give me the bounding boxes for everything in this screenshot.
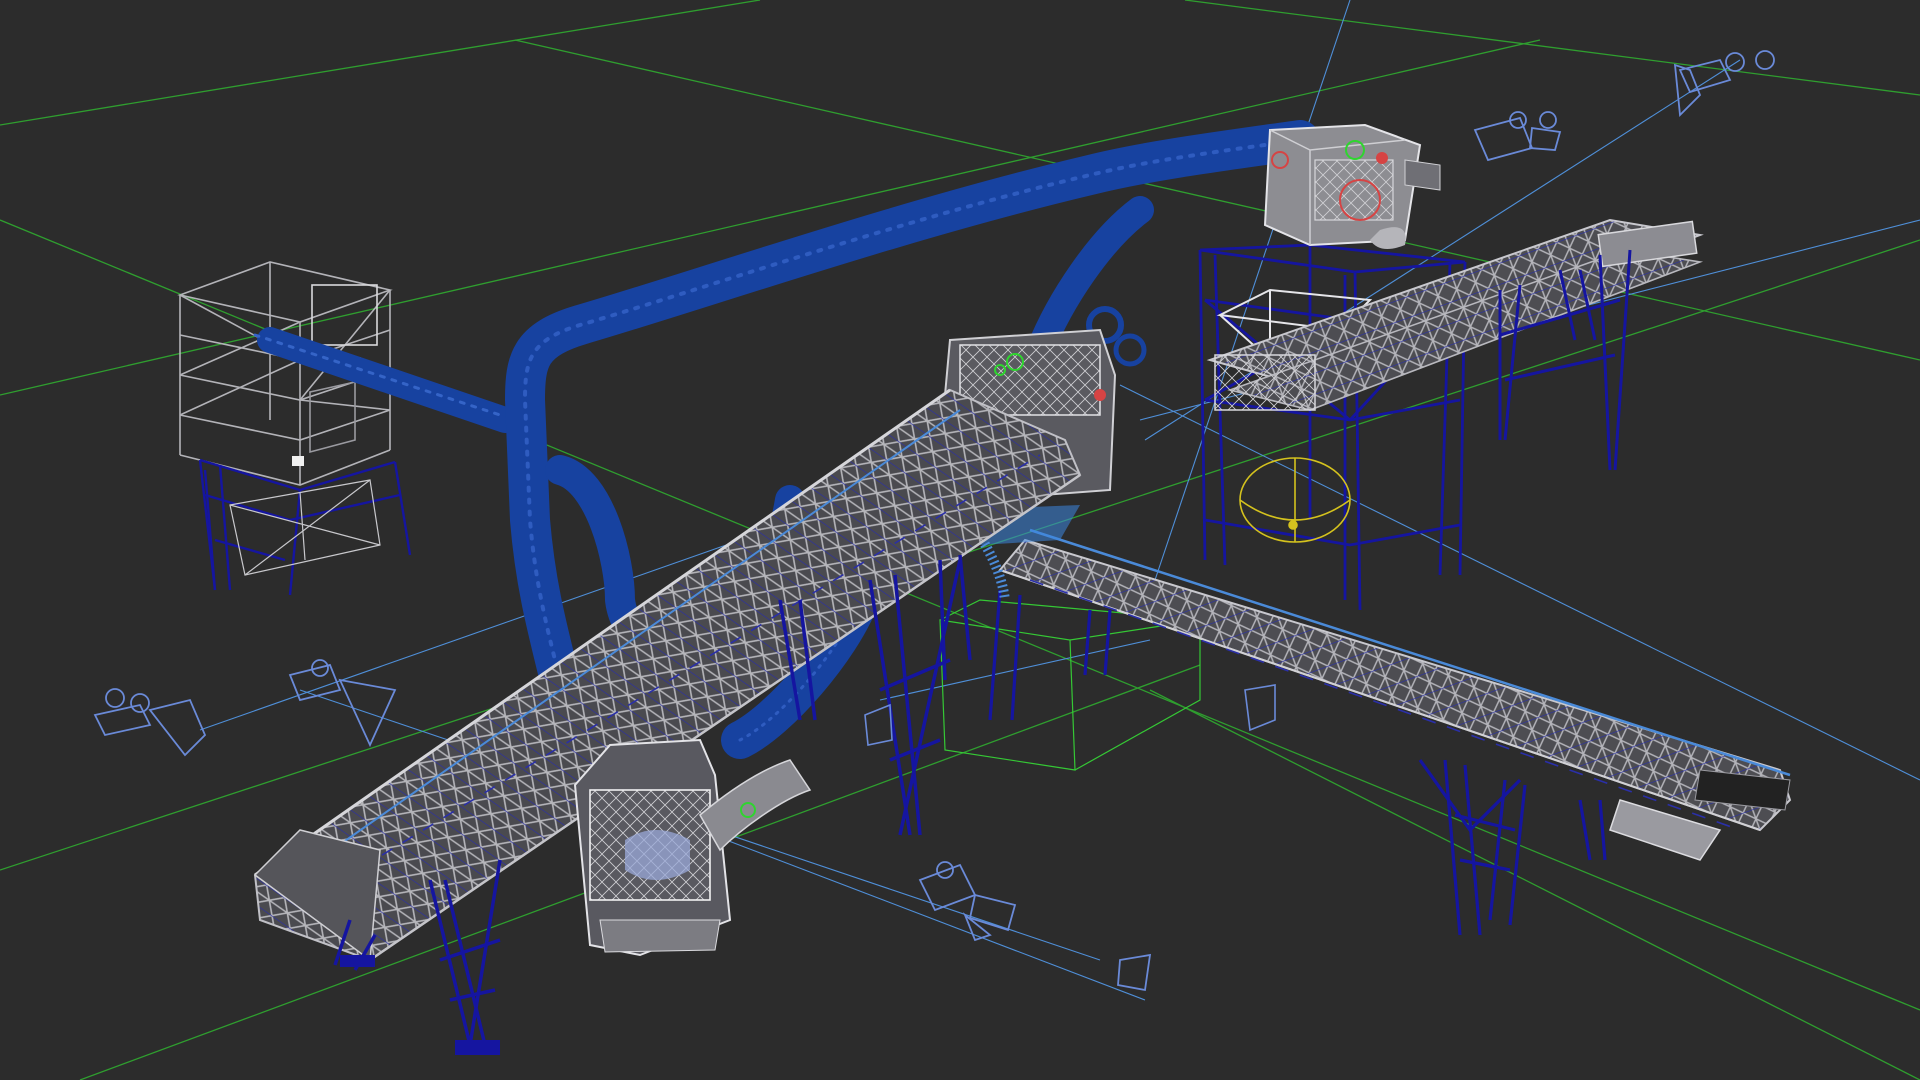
fan-unit[interactable]	[573, 738, 812, 957]
filter-tower-nameplate	[292, 456, 304, 466]
camera-left-near[interactable]	[288, 659, 397, 748]
conveyor-foot-front	[455, 1040, 500, 1055]
camera-top-right-far[interactable]	[1673, 50, 1775, 117]
camera-bottom-target[interactable]	[1117, 953, 1152, 992]
camera-left-far[interactable]	[93, 688, 207, 757]
crusher-unit[interactable]	[1263, 123, 1441, 249]
scene-canvas[interactable]	[0, 0, 1920, 1080]
selection-gizmo[interactable]	[1239, 457, 1351, 543]
conveyor-foot-rear	[340, 955, 375, 967]
cross-conveyor[interactable]	[988, 528, 1792, 936]
main-inclined-conveyor[interactable]	[253, 388, 1082, 1055]
3d-viewport[interactable]	[0, 0, 1920, 1080]
right-feed-conveyor[interactable]	[1206, 218, 1704, 471]
camera-bottom-center[interactable]	[918, 861, 1017, 942]
camera-top-right-near[interactable]	[1473, 111, 1562, 162]
filter-tower[interactable]	[177, 261, 412, 596]
